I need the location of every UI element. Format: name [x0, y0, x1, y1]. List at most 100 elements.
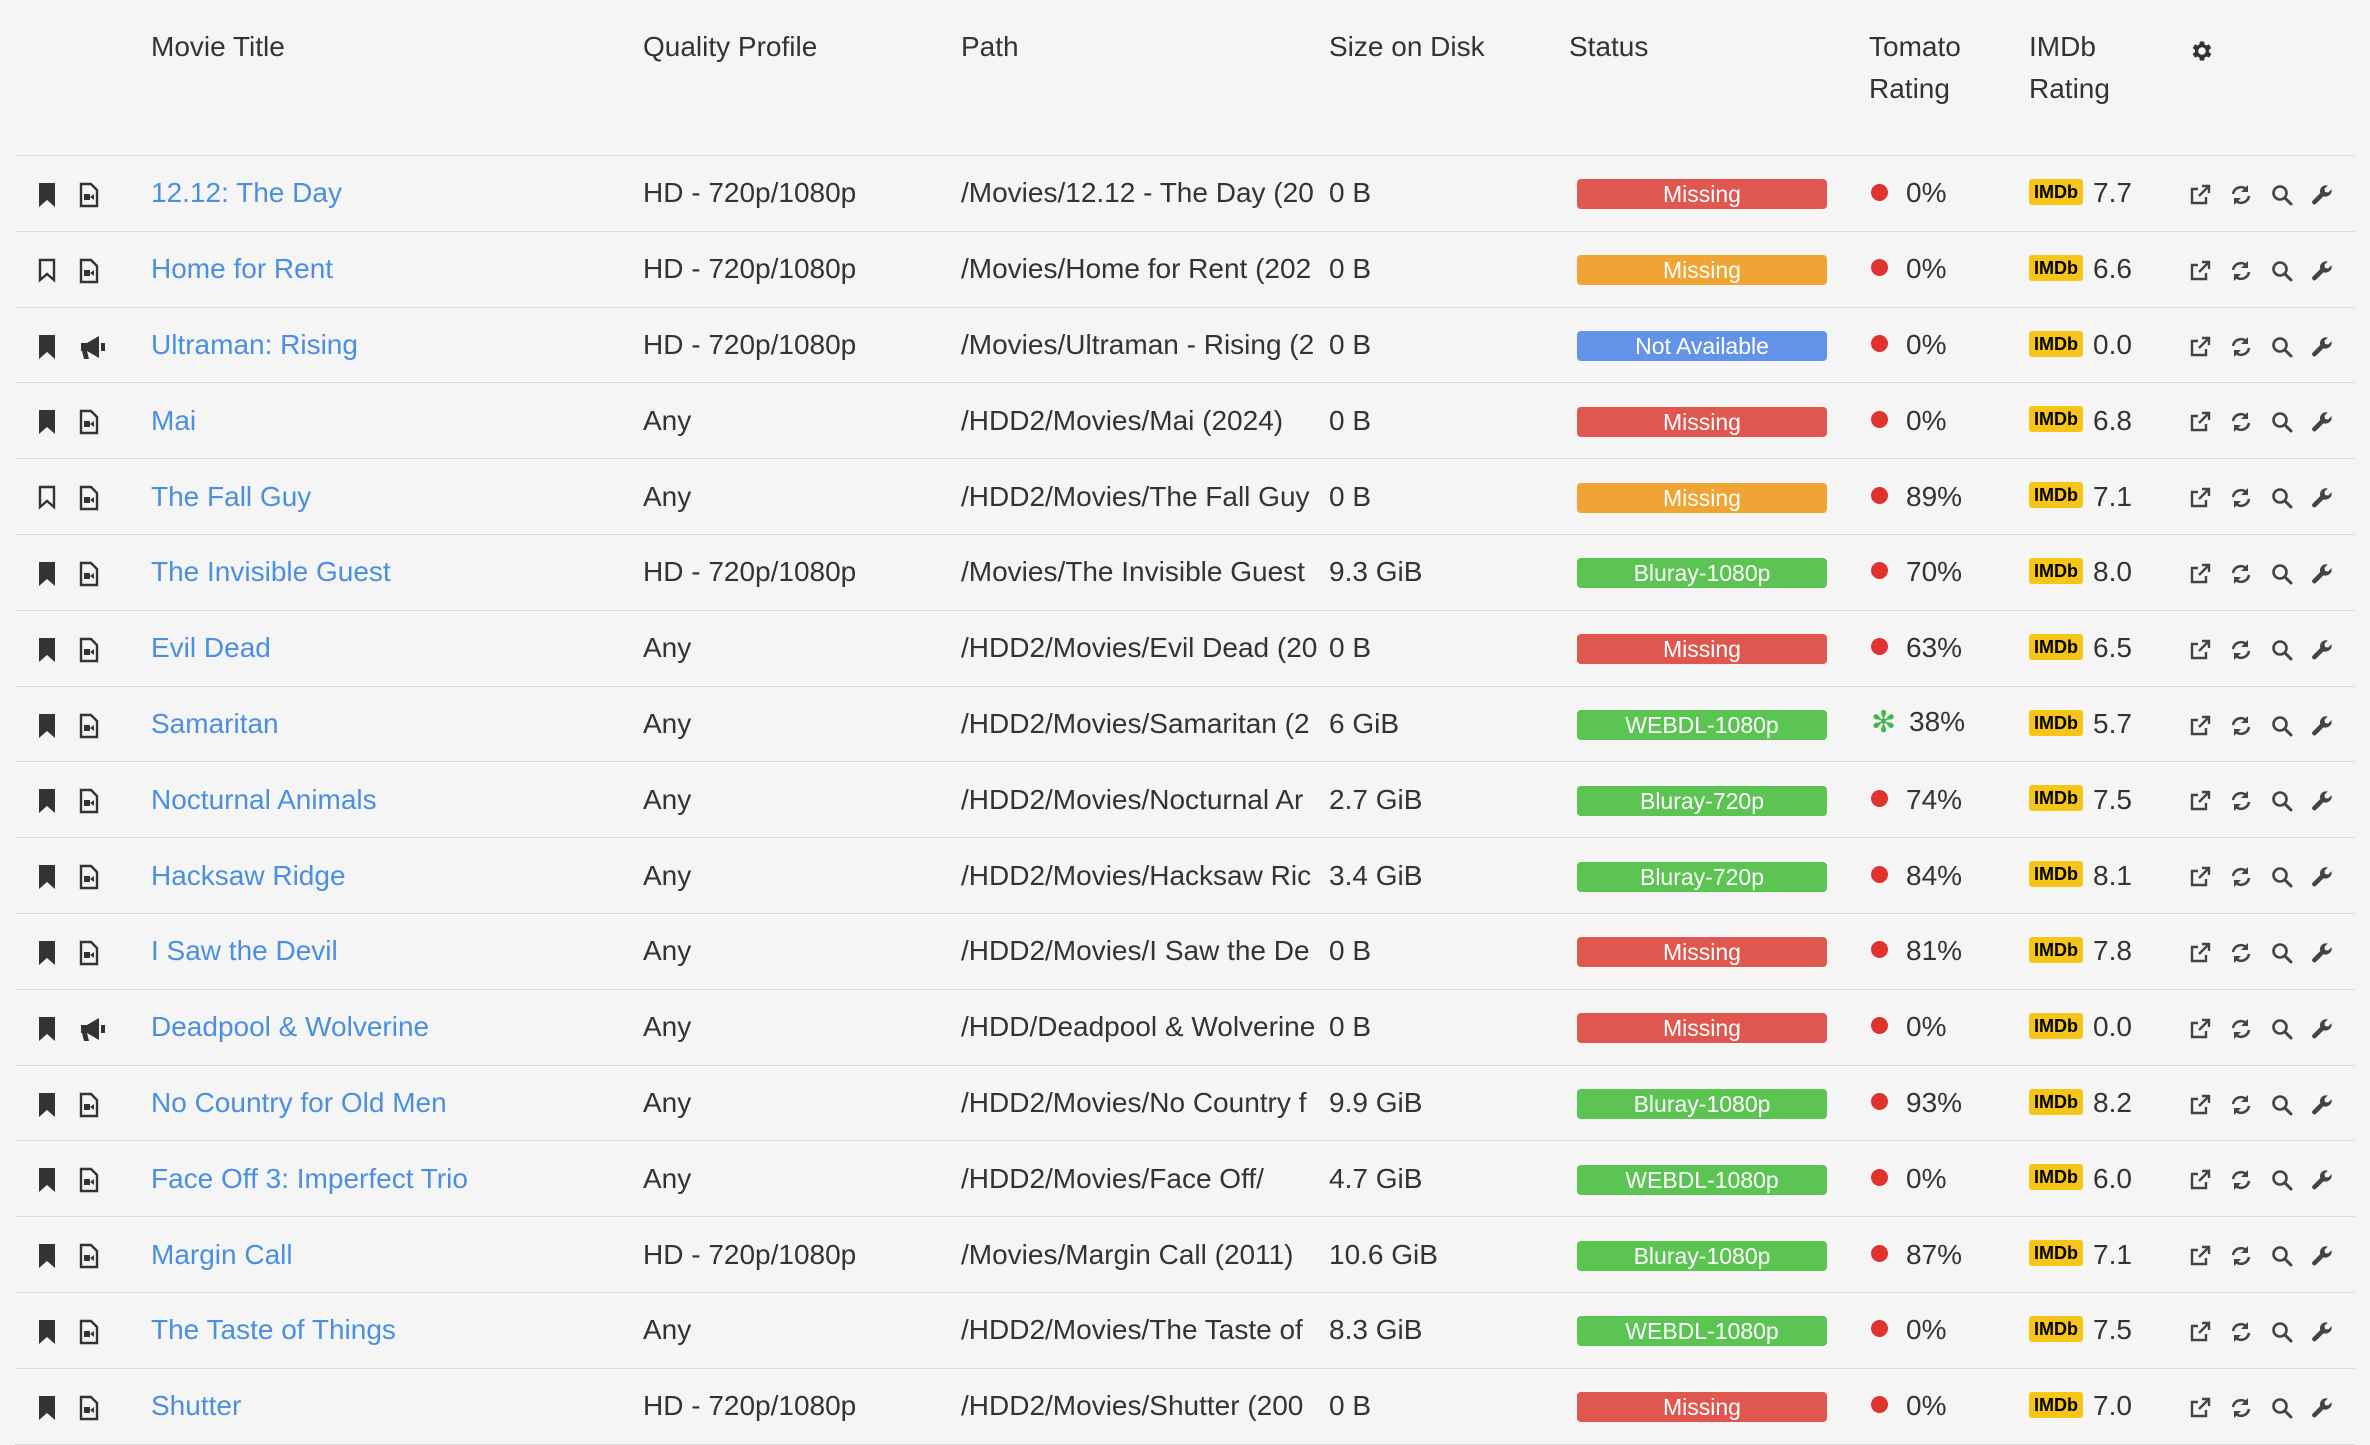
bookmark-filled-icon[interactable]: [37, 713, 57, 739]
movie-title-link[interactable]: Face Off 3: Imperfect Trio: [151, 1163, 468, 1194]
search-icon[interactable]: [2270, 335, 2294, 359]
bookmark-outline-icon[interactable]: [37, 258, 57, 284]
external-link-icon[interactable]: [2188, 638, 2212, 662]
file-video-icon[interactable]: [79, 561, 99, 587]
wrench-icon[interactable]: [2310, 410, 2334, 434]
header-tomato-rating[interactable]: Tomato Rating: [1868, 0, 2028, 156]
refresh-icon[interactable]: [2229, 1244, 2253, 1268]
header-movie-title[interactable]: Movie Title: [150, 0, 642, 156]
file-video-icon[interactable]: [79, 637, 99, 663]
file-video-icon[interactable]: [79, 1243, 99, 1269]
refresh-icon[interactable]: [2229, 335, 2253, 359]
bookmark-filled-icon[interactable]: [37, 182, 57, 208]
refresh-icon[interactable]: [2229, 486, 2253, 510]
external-link-icon[interactable]: [2188, 486, 2212, 510]
external-link-icon[interactable]: [2188, 789, 2212, 813]
bookmark-filled-icon[interactable]: [37, 1167, 57, 1193]
search-icon[interactable]: [2270, 865, 2294, 889]
file-video-icon[interactable]: [79, 485, 99, 511]
external-link-icon[interactable]: [2188, 562, 2212, 586]
bookmark-filled-icon[interactable]: [37, 864, 57, 890]
movie-title-link[interactable]: Samaritan: [151, 708, 279, 739]
external-link-icon[interactable]: [2188, 410, 2212, 434]
header-path[interactable]: Path: [960, 0, 1328, 156]
external-link-icon[interactable]: [2188, 259, 2212, 283]
movie-title-link[interactable]: The Taste of Things: [151, 1314, 396, 1345]
search-icon[interactable]: [2270, 562, 2294, 586]
search-icon[interactable]: [2270, 1244, 2294, 1268]
bookmark-filled-icon[interactable]: [37, 1395, 57, 1421]
refresh-icon[interactable]: [2229, 638, 2253, 662]
movie-title-link[interactable]: Mai: [151, 405, 196, 436]
external-link-icon[interactable]: [2188, 1320, 2212, 1344]
search-icon[interactable]: [2270, 941, 2294, 965]
wrench-icon[interactable]: [2310, 638, 2334, 662]
refresh-icon[interactable]: [2229, 1017, 2253, 1041]
movie-title-link[interactable]: Home for Rent: [151, 253, 333, 284]
megaphone-icon[interactable]: [79, 334, 107, 360]
header-size-on-disk[interactable]: Size on Disk: [1328, 0, 1568, 156]
movie-title-link[interactable]: Evil Dead: [151, 632, 271, 663]
refresh-icon[interactable]: [2229, 1320, 2253, 1344]
megaphone-icon[interactable]: [79, 1016, 107, 1042]
search-icon[interactable]: [2270, 1093, 2294, 1117]
bookmark-outline-icon[interactable]: [37, 485, 57, 511]
refresh-icon[interactable]: [2229, 941, 2253, 965]
external-link-icon[interactable]: [2188, 1093, 2212, 1117]
external-link-icon[interactable]: [2188, 714, 2212, 738]
external-link-icon[interactable]: [2188, 1017, 2212, 1041]
search-icon[interactable]: [2270, 410, 2294, 434]
file-video-icon[interactable]: [79, 864, 99, 890]
file-video-icon[interactable]: [79, 1092, 99, 1118]
bookmark-filled-icon[interactable]: [37, 409, 57, 435]
wrench-icon[interactable]: [2310, 1396, 2334, 1420]
refresh-icon[interactable]: [2229, 410, 2253, 434]
external-link-icon[interactable]: [2188, 183, 2212, 207]
wrench-icon[interactable]: [2310, 486, 2334, 510]
wrench-icon[interactable]: [2310, 183, 2334, 207]
wrench-icon[interactable]: [2310, 1244, 2334, 1268]
refresh-icon[interactable]: [2229, 714, 2253, 738]
bookmark-filled-icon[interactable]: [37, 788, 57, 814]
movie-title-link[interactable]: Deadpool & Wolverine: [151, 1011, 429, 1042]
wrench-icon[interactable]: [2310, 335, 2334, 359]
file-video-icon[interactable]: [79, 1167, 99, 1193]
movie-title-link[interactable]: Margin Call: [151, 1239, 293, 1270]
refresh-icon[interactable]: [2229, 183, 2253, 207]
external-link-icon[interactable]: [2188, 1168, 2212, 1192]
bookmark-filled-icon[interactable]: [37, 1243, 57, 1269]
refresh-icon[interactable]: [2229, 259, 2253, 283]
file-video-icon[interactable]: [79, 713, 99, 739]
search-icon[interactable]: [2270, 789, 2294, 813]
file-video-icon[interactable]: [79, 788, 99, 814]
file-video-icon[interactable]: [79, 258, 99, 284]
bookmark-filled-icon[interactable]: [37, 561, 57, 587]
external-link-icon[interactable]: [2188, 865, 2212, 889]
movie-title-link[interactable]: The Invisible Guest: [151, 556, 391, 587]
search-icon[interactable]: [2270, 1017, 2294, 1041]
search-icon[interactable]: [2270, 1396, 2294, 1420]
wrench-icon[interactable]: [2310, 1017, 2334, 1041]
wrench-icon[interactable]: [2310, 259, 2334, 283]
bookmark-filled-icon[interactable]: [37, 637, 57, 663]
wrench-icon[interactable]: [2310, 714, 2334, 738]
refresh-icon[interactable]: [2229, 1396, 2253, 1420]
search-icon[interactable]: [2270, 638, 2294, 662]
file-video-icon[interactable]: [79, 940, 99, 966]
external-link-icon[interactable]: [2188, 335, 2212, 359]
search-icon[interactable]: [2270, 714, 2294, 738]
movie-title-link[interactable]: Shutter: [151, 1390, 241, 1421]
refresh-icon[interactable]: [2229, 865, 2253, 889]
search-icon[interactable]: [2270, 1320, 2294, 1344]
wrench-icon[interactable]: [2310, 1320, 2334, 1344]
external-link-icon[interactable]: [2188, 941, 2212, 965]
movie-title-link[interactable]: No Country for Old Men: [151, 1087, 447, 1118]
bookmark-filled-icon[interactable]: [37, 940, 57, 966]
external-link-icon[interactable]: [2188, 1396, 2212, 1420]
external-link-icon[interactable]: [2188, 1244, 2212, 1268]
movie-title-link[interactable]: Nocturnal Animals: [151, 784, 377, 815]
movie-title-link[interactable]: Hacksaw Ridge: [151, 860, 346, 891]
refresh-icon[interactable]: [2229, 789, 2253, 813]
bookmark-filled-icon[interactable]: [37, 1319, 57, 1345]
search-icon[interactable]: [2270, 486, 2294, 510]
